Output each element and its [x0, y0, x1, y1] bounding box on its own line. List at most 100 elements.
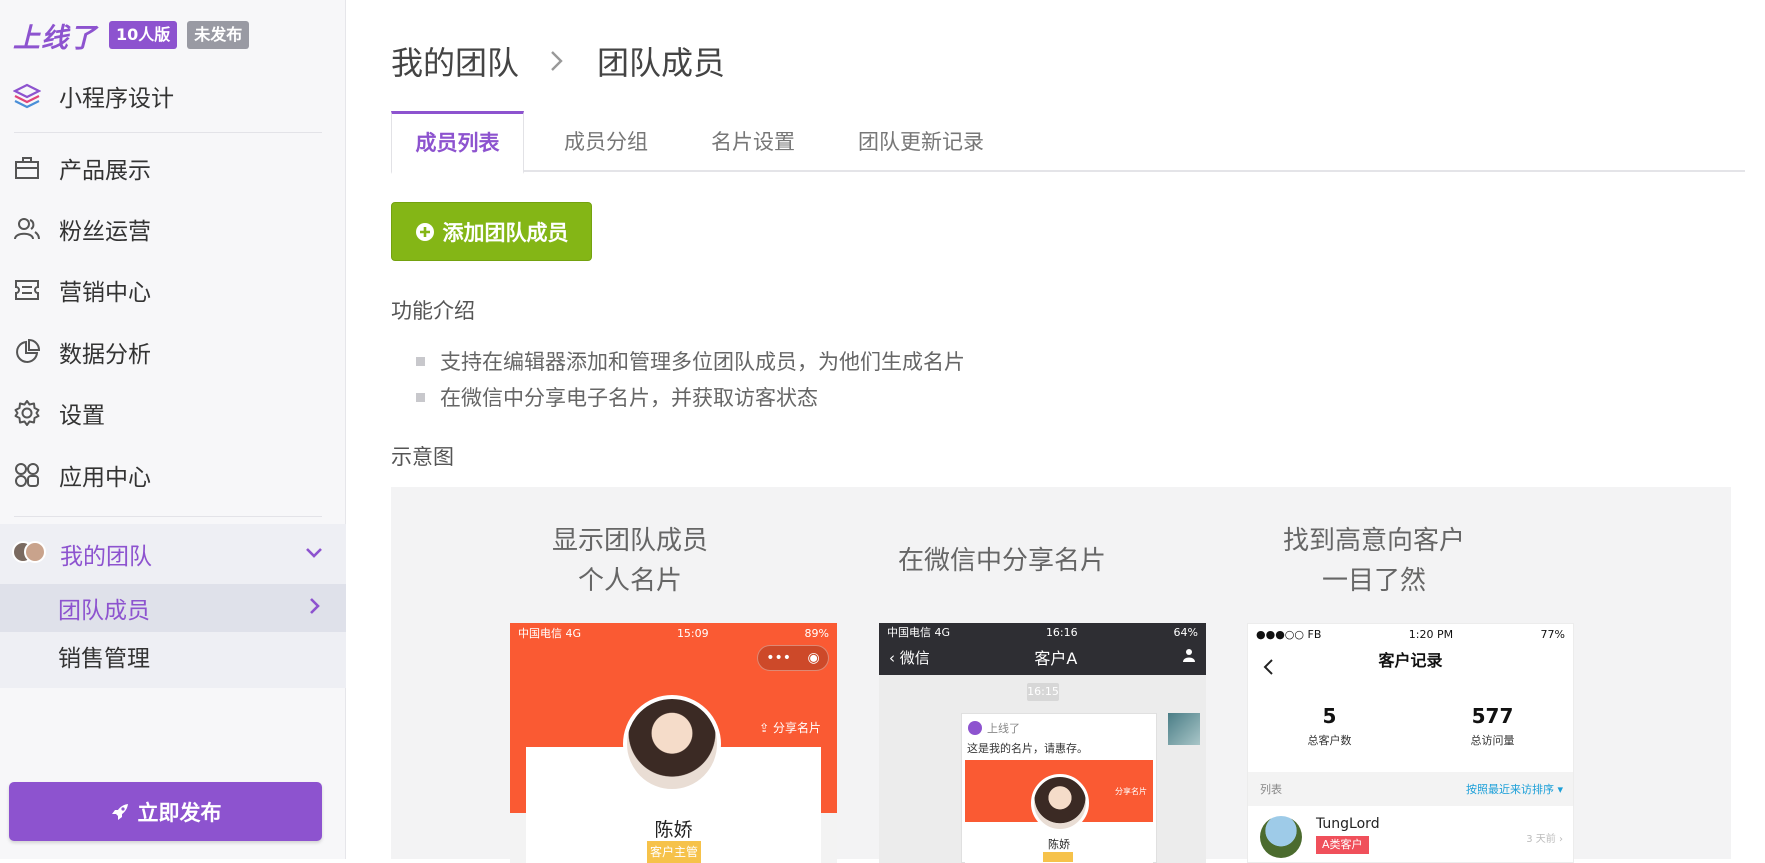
- table-row: TungLord A类客户 3 天前 ›: [1248, 810, 1573, 862]
- sidebar-subitem-sales[interactable]: 销售管理: [0, 632, 346, 680]
- add-member-button[interactable]: 添加团队成员: [391, 202, 592, 261]
- sidebar-item-my-team[interactable]: 我的团队: [0, 524, 346, 584]
- sidebar-item-marketing[interactable]: 营销中心: [0, 264, 346, 316]
- phone-mockup: ●●●○○ FB 1:20 PM 77% 客户记录 5 总客户数 577 总访问…: [1247, 623, 1574, 863]
- sidebar-item-settings[interactable]: 设置: [0, 387, 346, 439]
- sidebar-item-analytics[interactable]: 数据分析: [0, 326, 346, 378]
- chat-timestamp: 16:15: [1027, 683, 1059, 701]
- avatar: [1031, 774, 1089, 832]
- back-label: 微信: [899, 648, 930, 667]
- brand: 上线了 10人版 未发布: [13, 16, 250, 55]
- team-avatars-icon: [12, 541, 46, 567]
- wechat-header: 中国电信 4G 16:16 64% ‹ 微信 客户A: [879, 623, 1206, 675]
- demo-caption: 显示团队成员 个人名片: [465, 521, 795, 601]
- plan-badge: 10人版: [109, 21, 178, 49]
- avatar: [623, 695, 721, 793]
- status-badge: 未发布: [187, 21, 250, 49]
- clock: 15:09: [676, 626, 709, 640]
- card-name: 陈娇: [654, 819, 693, 841]
- row-time: 3 天前 ›: [1526, 834, 1563, 845]
- status-bar: 中国电信 4G 15:09 89%: [510, 623, 837, 643]
- stat-label: 总访问量: [1470, 734, 1515, 747]
- user-icon: [1182, 648, 1196, 666]
- battery: 89%: [804, 626, 829, 640]
- sidebar-item-label: 设置: [59, 403, 105, 429]
- sidebar-item-fans[interactable]: 粉丝运营: [0, 203, 346, 255]
- breadcrumb-current: 团队成员: [597, 44, 726, 82]
- tab-member-list[interactable]: 成员列表: [391, 111, 524, 174]
- chat-title: 客户A: [1034, 649, 1078, 668]
- plus-circle-icon: [415, 222, 435, 242]
- share-card-link: ⇪ 分享名片: [759, 721, 821, 735]
- layers-icon: [12, 81, 42, 111]
- chevron-left-icon: [1262, 653, 1274, 687]
- demo-caption: 找到高意向客户 一目了然: [1209, 521, 1539, 601]
- battery: 77%: [1540, 627, 1565, 641]
- sidebar-item-label: 应用中心: [59, 465, 151, 491]
- divider: [14, 516, 322, 517]
- more-icon: •••: [766, 650, 792, 666]
- intro-title: 功能介绍: [391, 299, 475, 323]
- apps-icon: [12, 460, 42, 490]
- sidebar-item-design[interactable]: 小程序设计: [0, 70, 346, 122]
- sidebar: 上线了 10人版 未发布 小程序设计 产品展示 粉丝运营 营销中心 数据分析 设…: [0, 0, 346, 859]
- avatar: [1260, 816, 1302, 858]
- sidebar-item-label: 小程序设计: [59, 86, 174, 112]
- source-label: 上线了: [987, 722, 1020, 735]
- list-item: 在微信中分享电子名片，并获取访客状态: [416, 379, 965, 415]
- users-icon: [12, 214, 42, 244]
- sort-control: 按照最近来访排序 ▾: [1465, 783, 1563, 796]
- breadcrumb-parent[interactable]: 我的团队: [391, 38, 519, 84]
- list-item: 支持在编辑器添加和管理多位团队成员，为他们生成名片: [416, 343, 965, 379]
- divider: [14, 132, 322, 133]
- carrier: ●●●○○ FB: [1256, 627, 1322, 641]
- rocket-icon: [110, 802, 130, 822]
- customer-name: TungLord: [1316, 816, 1380, 832]
- carrier-name: FB: [1307, 627, 1322, 641]
- list-item-text: 支持在编辑器添加和管理多位团队成员，为他们生成名片: [440, 350, 965, 374]
- card-title-tag: 客户主管: [647, 841, 701, 863]
- sidebar-subitem-label: 团队成员: [58, 598, 150, 624]
- stat-value: 577: [1471, 704, 1514, 728]
- briefcase-icon: [12, 153, 42, 183]
- brand-logo[interactable]: 上线了: [13, 16, 97, 55]
- status-bar: ●●●○○ FB 1:20 PM 77%: [1248, 624, 1573, 644]
- sidebar-item-apps[interactable]: 应用中心: [0, 449, 346, 501]
- tab-member-groups[interactable]: 成员分组: [556, 111, 656, 172]
- caption-line: 找到高意向客户: [1282, 526, 1465, 556]
- team-group: 我的团队 团队成员 销售管理: [0, 524, 346, 688]
- chevron-down-icon[interactable]: [304, 542, 324, 566]
- share-label: 分享名片: [772, 721, 821, 735]
- mini-card-tag: [1043, 852, 1073, 862]
- sidebar-subitem-team-members[interactable]: 团队成员: [0, 584, 346, 632]
- bullet-square-icon: [416, 356, 425, 366]
- tab-card-settings[interactable]: 名片设置: [703, 111, 803, 172]
- stat-visits: 577 总访问量: [1411, 704, 1573, 748]
- tab-bar: 成员列表 成员分组 名片设置 团队更新记录: [391, 111, 1745, 174]
- sort-label: 按照最近来访排序: [1465, 783, 1554, 796]
- list-item-text: 在微信中分享电子名片，并获取访客状态: [440, 386, 818, 410]
- publish-button[interactable]: 立即发布: [9, 782, 322, 841]
- sidebar-item-label: 粉丝运营: [59, 219, 151, 245]
- stat-customers: 5 总客户数: [1248, 704, 1411, 748]
- wechat-nav: ‹ 微信 客户A: [879, 641, 1206, 673]
- sidebar-item-products[interactable]: 产品展示: [0, 142, 346, 194]
- breadcrumb: 我的团队 团队成员: [391, 38, 725, 84]
- chevron-right-icon: [304, 596, 324, 620]
- intro-list: 支持在编辑器添加和管理多位团队成员，为他们生成名片 在微信中分享电子名片，并获取…: [416, 343, 965, 415]
- stat-value: 5: [1322, 704, 1337, 728]
- sidebar-item-label: 营销中心: [59, 280, 151, 306]
- bullet-square-icon: [416, 392, 425, 402]
- target-icon: ◉: [807, 650, 820, 666]
- status-bar: 中国电信 4G 16:16 64%: [879, 623, 1206, 641]
- customer-tag: A类客户: [1316, 836, 1369, 854]
- row-time-label: 3 天前: [1526, 834, 1556, 845]
- brand-dot-icon: [968, 721, 982, 735]
- tab-update-log[interactable]: 团队更新记录: [851, 111, 991, 172]
- sidebar-item-label: 数据分析: [59, 342, 151, 368]
- stat-label: 总客户数: [1307, 734, 1352, 747]
- message-source: 上线了: [968, 720, 1020, 736]
- ticket-icon: [12, 275, 42, 305]
- chevron-right-icon: [547, 49, 565, 73]
- back-link: ‹ 微信: [889, 648, 930, 667]
